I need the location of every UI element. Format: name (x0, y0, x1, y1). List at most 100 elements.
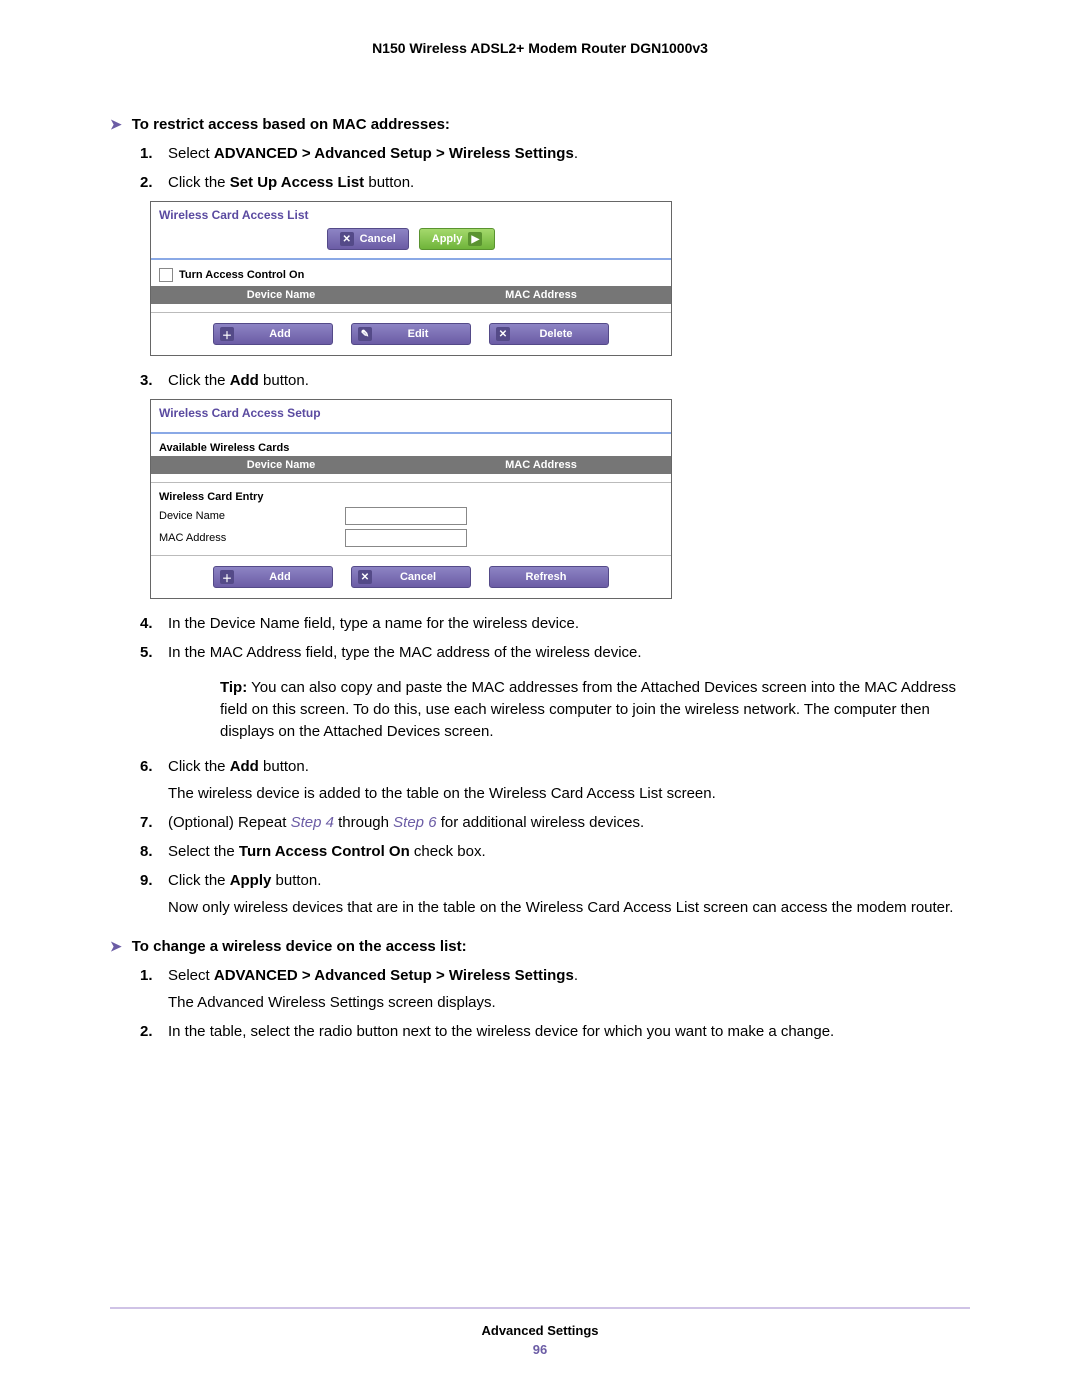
procedure-heading-change: ➤ To change a wireless device on the acc… (110, 938, 970, 955)
panel-title: Wireless Card Access Setup (151, 400, 671, 420)
step-text-post: check box. (410, 843, 486, 860)
step-bold: Add (230, 372, 259, 389)
add-button[interactable]: ＋ Add (213, 566, 333, 588)
refresh-button[interactable]: Refresh (489, 566, 609, 588)
pencil-icon: ✎ (358, 327, 372, 341)
step-sub: Now only wireless devices that are in th… (168, 897, 970, 918)
step-text-post: . (574, 967, 578, 984)
procedure-heading-text: To restrict access based on MAC addresse… (132, 116, 450, 133)
procedure-heading-text: To change a wireless device on the acces… (132, 938, 467, 955)
step-text-post: . (574, 145, 578, 162)
column-device-name: Device Name (151, 286, 411, 304)
button-label: Add (240, 571, 320, 583)
x-icon: ✕ (496, 327, 510, 341)
step-bold: Turn Access Control On (239, 843, 410, 860)
button-label: Cancel (378, 571, 458, 583)
step-number: 2. (140, 172, 153, 193)
column-device-name: Device Name (151, 456, 411, 474)
step-number: 6. (140, 756, 153, 777)
column-mac-address: MAC Address (411, 456, 671, 474)
step-2-change: 2. In the table, select the radio button… (140, 1021, 970, 1042)
plus-icon: ＋ (220, 570, 234, 584)
add-button[interactable]: ＋ Add (213, 323, 333, 345)
screenshot-access-setup: Wireless Card Access Setup Available Wir… (150, 399, 672, 599)
step-text: Select the (168, 843, 239, 860)
step-text-post: button. (259, 758, 309, 775)
step-text: Select (168, 967, 214, 984)
step-5: 5. In the MAC Address field, type the MA… (140, 642, 970, 742)
step-number: 4. (140, 613, 153, 634)
step-text: (Optional) Repeat (168, 814, 291, 831)
cancel-button[interactable]: ✕ Cancel (327, 228, 409, 250)
tip-block: Tip: You can also copy and paste the MAC… (220, 677, 970, 742)
available-wireless-cards-label: Available Wireless Cards (151, 436, 671, 456)
play-icon: ▶ (468, 232, 482, 246)
button-label: Delete (516, 328, 596, 340)
document-title: N150 Wireless ADSL2+ Modem Router DGN100… (110, 40, 970, 56)
step-text: Click the (168, 372, 230, 389)
cancel-button[interactable]: ✕ Cancel (351, 566, 471, 588)
button-label: Edit (378, 328, 458, 340)
x-icon: ✕ (358, 570, 372, 584)
step-1-change: 1. Select ADVANCED > Advanced Setup > Wi… (140, 965, 970, 1013)
button-label: Apply (432, 233, 463, 245)
step-number: 9. (140, 870, 153, 891)
table-header: Device Name MAC Address (151, 456, 671, 474)
procedure-heading-restrict: ➤ To restrict access based on MAC addres… (110, 116, 970, 133)
edit-button[interactable]: ✎ Edit (351, 323, 471, 345)
step-reference: Step 4 (291, 814, 334, 831)
plus-icon: ＋ (220, 327, 234, 341)
page-footer: Advanced Settings 96 (110, 1307, 970, 1357)
step-text: Select (168, 145, 214, 162)
button-label: Add (240, 328, 320, 340)
step-sub: The Advanced Wireless Settings screen di… (168, 992, 970, 1013)
step-text-post: button. (259, 372, 309, 389)
bullet-arrow-icon: ➤ (110, 938, 122, 955)
device-name-input[interactable] (345, 507, 467, 525)
apply-button[interactable]: Apply ▶ (419, 228, 496, 250)
step-text: In the Device Name field, type a name fo… (168, 615, 579, 632)
tip-label: Tip: (220, 679, 247, 696)
step-9: 9. Click the Apply button. Now only wire… (140, 870, 970, 918)
table-header: Device Name MAC Address (151, 286, 671, 304)
step-3: 3. Click the Add button. (140, 370, 970, 391)
step-text: In the table, select the radio button ne… (168, 1023, 834, 1040)
step-1: 1. Select ADVANCED > Advanced Setup > Wi… (140, 143, 970, 164)
step-bold: Apply (230, 872, 272, 889)
step-text-post: button. (271, 872, 321, 889)
panel-title: Wireless Card Access List (151, 202, 671, 222)
step-text: for additional wireless devices. (437, 814, 645, 831)
step-text: Click the (168, 872, 230, 889)
button-label: Cancel (360, 233, 396, 245)
step-text: Click the (168, 174, 230, 191)
step-sub: The wireless device is added to the tabl… (168, 783, 970, 804)
mac-address-input[interactable] (345, 529, 467, 547)
x-icon: ✕ (340, 232, 354, 246)
step-number: 1. (140, 143, 153, 164)
step-number: 5. (140, 642, 153, 663)
turn-access-control-on-checkbox[interactable] (159, 268, 173, 282)
step-number: 7. (140, 812, 153, 833)
tip-text: You can also copy and paste the MAC addr… (220, 679, 956, 740)
step-text: through (334, 814, 393, 831)
checkbox-label: Turn Access Control On (179, 269, 304, 281)
step-text: In the MAC Address field, type the MAC a… (168, 644, 642, 661)
step-6: 6. Click the Add button. The wireless de… (140, 756, 970, 804)
column-mac-address: MAC Address (411, 286, 671, 304)
step-bold: ADVANCED > Advanced Setup > Wireless Set… (214, 967, 574, 984)
wireless-card-entry-label: Wireless Card Entry (151, 485, 671, 505)
mac-address-label: MAC Address (159, 532, 329, 544)
page-number: 96 (110, 1342, 970, 1357)
step-4: 4. In the Device Name field, type a name… (140, 613, 970, 634)
step-number: 8. (140, 841, 153, 862)
delete-button[interactable]: ✕ Delete (489, 323, 609, 345)
step-7: 7. (Optional) Repeat Step 4 through Step… (140, 812, 970, 833)
device-name-label: Device Name (159, 510, 329, 522)
screenshot-access-list: Wireless Card Access List ✕ Cancel Apply… (150, 201, 672, 356)
step-bold: Set Up Access List (230, 174, 365, 191)
step-number: 3. (140, 370, 153, 391)
bullet-arrow-icon: ➤ (110, 116, 122, 133)
step-8: 8. Select the Turn Access Control On che… (140, 841, 970, 862)
button-label: Refresh (496, 571, 596, 583)
step-bold: ADVANCED > Advanced Setup > Wireless Set… (214, 145, 574, 162)
